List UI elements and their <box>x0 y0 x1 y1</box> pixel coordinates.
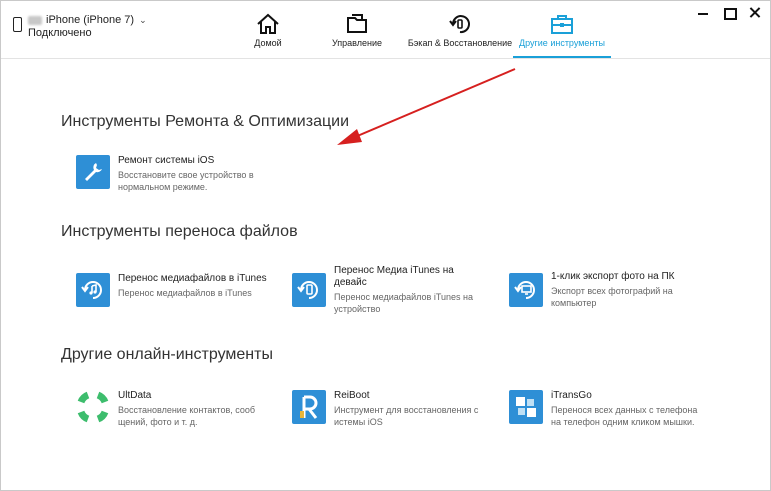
tool-desc-line: устройство <box>334 304 381 314</box>
wrench-icon <box>76 155 110 189</box>
section-title-transfer: Инструменты переноса файлов <box>61 223 298 240</box>
close-button[interactable] <box>748 7 762 19</box>
tool-desc-line: Перенося всех данных с телефона <box>551 405 698 415</box>
tool-desc-line: Восстановление контактов, сооб <box>118 405 255 415</box>
tool-name: Перенос медиафайлов в iTunes <box>118 273 267 284</box>
nav-backup-restore-label: Бэкап & Восстановление <box>407 38 513 48</box>
app-window: iPhone (iPhone 7) ⌄ Подключено Домой Упр… <box>0 0 771 491</box>
nav-other-tools-label: Другие инструменты <box>519 38 605 48</box>
minimize-button[interactable] <box>696 7 710 19</box>
tool-name: Ремонт системы iOS <box>118 155 215 166</box>
nav-home-label: Домой <box>254 38 282 48</box>
tool-ios-system-repair[interactable]: Ремонт системы iOS Восстановите свое уст… <box>76 155 283 193</box>
nav-backup-restore[interactable]: Бэкап & Восстановление <box>407 1 513 58</box>
tool-desc-line: нормальном режиме. <box>118 182 208 192</box>
device-name: iPhone (iPhone 7) <box>46 14 135 26</box>
tool-desc-line: истемы iOS <box>334 417 383 427</box>
tool-desc-line: на телефон одним кликом мышки. <box>551 417 695 427</box>
home-icon <box>257 13 279 34</box>
tool-desc-line: компьютер <box>551 298 597 308</box>
device-transfer-icon <box>292 273 326 307</box>
backup-restore-icon <box>449 15 470 34</box>
tool-desc-line: Инструмент для восстановления с <box>334 405 479 415</box>
tool-reiboot[interactable]: ReiBoot Инструмент для восстановления с … <box>292 390 499 428</box>
tool-name-line: девайс <box>334 277 367 288</box>
phone-icon <box>13 17 22 32</box>
reiboot-logo-icon <box>292 390 326 424</box>
tool-name-line: Перенос Медиа iTunes на <box>334 265 454 276</box>
tool-desc-line: Экспорт всех фотографий на <box>551 286 673 296</box>
folder-icon <box>347 14 367 33</box>
nav-other-tools[interactable]: Другие инструменты <box>513 1 611 58</box>
device-status: Подключено <box>28 27 92 39</box>
nav-home[interactable]: Домой <box>229 1 307 58</box>
ultdata-logo-icon <box>76 390 110 424</box>
tool-itunes-media-to-device[interactable]: Перенос Медиа iTunes на девайс Перенос м… <box>292 265 499 315</box>
tool-name: UltData <box>118 390 152 401</box>
tool-desc-line: Перенос медиафайлов в iTunes <box>118 288 252 298</box>
device-selector[interactable]: iPhone (iPhone 7) ⌄ Подключено <box>13 14 147 40</box>
toolbox-icon <box>551 15 573 34</box>
tool-desc-line: Перенос медиафайлов iTunes на <box>334 292 473 302</box>
nav-manage-label: Управление <box>331 38 383 48</box>
main-nav: Домой Управление Бэкап & Восстановление <box>229 1 611 58</box>
tool-media-to-itunes[interactable]: Перенос медиафайлов в iTunes Перенос мед… <box>76 273 283 307</box>
section-title-repair: Инструменты Ремонта & Оптимизации <box>61 113 350 130</box>
tool-desc-line: щений, фото и т. д. <box>118 417 198 427</box>
tool-itransgo[interactable]: iTransGo Перенося всех данных с телефона… <box>509 390 716 428</box>
section-title-online: Другие онлайн-инструменты <box>61 346 273 363</box>
itransgo-logo-icon <box>509 390 543 424</box>
chevron-down-icon[interactable]: ⌄ <box>139 14 147 27</box>
tool-export-photos-to-pc[interactable]: 1-клик экспорт фото на ПК Экспорт всех ф… <box>509 271 716 309</box>
tool-name: iTransGo <box>551 390 592 401</box>
maximize-button[interactable] <box>722 7 737 20</box>
window-controls <box>696 7 762 20</box>
nav-manage[interactable]: Управление <box>307 1 407 58</box>
tool-name: ReiBoot <box>334 390 370 401</box>
tool-name: 1-клик экспорт фото на ПК <box>551 271 675 282</box>
top-bar: iPhone (iPhone 7) ⌄ Подключено Домой Упр… <box>1 1 770 59</box>
tool-desc-line: Восстановите свое устройство в <box>118 170 254 180</box>
blurred-owner-name <box>28 16 42 25</box>
photo-export-icon <box>509 273 543 307</box>
tool-ultdata[interactable]: UltData Восстановление контактов, сооб щ… <box>76 390 283 428</box>
music-transfer-icon <box>76 273 110 307</box>
